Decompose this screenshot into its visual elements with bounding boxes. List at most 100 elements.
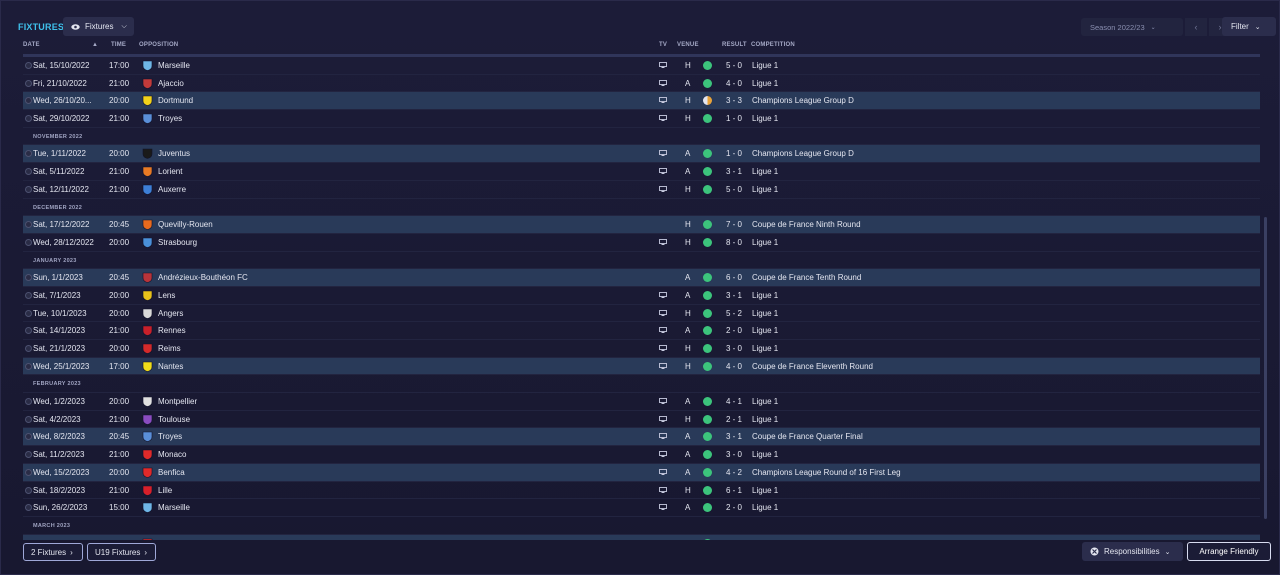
arrange-friendly-button[interactable]: Arrange Friendly xyxy=(1187,542,1271,561)
fixture-time: 20:00 xyxy=(109,237,130,247)
filter-button[interactable]: Filter ⌄ xyxy=(1222,17,1276,36)
venue: H xyxy=(685,414,691,424)
opponent-name[interactable]: Dortmund xyxy=(158,96,193,105)
fixture-date: Sat, 18/2/2023 xyxy=(33,485,86,495)
opponent-name[interactable]: Ajaccio xyxy=(158,79,184,88)
fixtures-link-label: 2 Fixtures xyxy=(31,547,67,557)
responsibilities-button[interactable]: Responsibilities ⌄ xyxy=(1082,542,1183,561)
fixture-row[interactable]: Sat, 15/10/2022 17:00 Marseille H 5 - 0 Ligue… xyxy=(23,57,1260,75)
club-badge-icon xyxy=(142,219,153,230)
fixture-row[interactable]: Sat, 11/2/2023 21:00 Monaco A 3 - 0 Ligue 1 xyxy=(23,446,1260,464)
opponent-name[interactable]: Monaco xyxy=(158,450,186,459)
fixture-row[interactable]: Sat, 4/2/2023 21:00 Toulouse H 2 - 1 Ligue 1 xyxy=(23,411,1260,429)
club-badge-icon xyxy=(142,414,153,425)
fixture-row[interactable]: Sat, 12/11/2022 21:00 Auxerre H 5 - 0 Ligue 1 xyxy=(23,181,1260,199)
competition-name: Ligue 1 xyxy=(752,114,779,124)
column-time[interactable]: TIME xyxy=(111,42,126,48)
score: 2 - 1 xyxy=(726,414,743,424)
opponent-name[interactable]: Benfica xyxy=(158,468,185,477)
match-status-icon xyxy=(25,274,32,282)
competition-name: Coupe de France Semi Final xyxy=(752,539,854,540)
fixture-row[interactable]: Sat, 7/1/2023 20:00 Lens A 3 - 1 Ligue 1 xyxy=(23,287,1260,305)
venue: A xyxy=(685,397,691,407)
match-status-icon xyxy=(25,327,32,335)
opponent-name[interactable]: Toulouse xyxy=(158,415,190,424)
opponent-name[interactable]: Lorient xyxy=(158,167,182,176)
venue: A xyxy=(685,167,691,177)
opponent-name[interactable]: Monaco xyxy=(158,539,186,540)
fixture-row[interactable]: Sat, 21/1/2023 20:00 Reims H 3 - 0 Ligue 1 xyxy=(23,340,1260,358)
opponent-name[interactable]: Quevilly-Rouen xyxy=(158,220,213,229)
fixture-row[interactable]: Wed, 8/2/2023 20:45 Troyes A 3 - 1 Coupe de F… xyxy=(23,428,1260,447)
opponent-name[interactable]: Andrézieux-Bouthéon FC xyxy=(158,273,248,282)
fixture-row[interactable]: Sun, 1/1/2023 20:45 Andrézieux-Bouthéon FC… xyxy=(23,269,1260,287)
win-result-icon xyxy=(703,114,712,124)
column-result[interactable]: RESULT xyxy=(722,42,747,48)
fixture-row[interactable]: Wed, 1/3/2023 20:45 Monaco H 3 - 2 Coupe de F… xyxy=(23,534,1260,540)
column-tv[interactable]: TV xyxy=(659,42,667,48)
opponent-name[interactable]: Angers xyxy=(158,309,183,318)
fixture-time: 20:45 xyxy=(109,220,130,230)
column-opposition[interactable]: OPPOSITION xyxy=(139,42,178,48)
win-result-icon xyxy=(703,503,712,513)
tv-icon xyxy=(659,309,667,316)
opponent-name[interactable]: Troyes xyxy=(158,114,182,123)
opponent-name[interactable]: Reims xyxy=(158,344,181,353)
fixture-row[interactable]: Fri, 21/10/2022 21:00 Ajaccio A 4 - 0 Ligue 1 xyxy=(23,75,1260,93)
sort-asc-icon[interactable]: ▲ xyxy=(92,42,98,48)
fixtures-link-button[interactable]: 2 Fixtures › xyxy=(23,543,83,561)
match-status-icon xyxy=(25,398,32,406)
month-label: MARCH 2023 xyxy=(33,522,71,529)
fixture-row[interactable]: Wed, 28/12/2022 20:00 Strasbourg H 8 - 0 Ligu… xyxy=(23,234,1260,252)
fixture-row[interactable]: Sat, 17/12/2022 20:45 Quevilly-Rouen H 7 - 0… xyxy=(23,216,1260,234)
competition-name: Ligue 1 xyxy=(752,78,779,88)
match-status-icon xyxy=(25,238,32,246)
opponent-name[interactable]: Lille xyxy=(158,486,172,495)
competition-name: Champions League Group D xyxy=(752,149,854,159)
column-competition[interactable]: COMPETITION xyxy=(751,42,795,48)
venue: A xyxy=(685,503,691,513)
opponent-name[interactable]: Rennes xyxy=(158,326,186,335)
venue: H xyxy=(685,539,691,540)
fixture-row[interactable]: Wed, 25/1/2023 17:00 Nantes H 4 - 0 Coupe de … xyxy=(23,357,1260,376)
match-status-icon xyxy=(25,185,32,193)
u19-fixtures-button[interactable]: U19 Fixtures › xyxy=(87,543,156,561)
opponent-name[interactable]: Lens xyxy=(158,291,175,300)
column-date[interactable]: DATE xyxy=(23,42,40,48)
month-separator: NOVEMBER 2022 xyxy=(23,128,1260,146)
fixture-row[interactable]: Wed, 26/10/20... 20:00 Dortmund H 3 - 3 Champ… xyxy=(23,92,1260,111)
fixture-time: 20:00 xyxy=(109,96,130,106)
prev-season-button[interactable]: ‹ xyxy=(1185,18,1207,36)
fixture-date: Sat, 7/1/2023 xyxy=(33,290,81,300)
opponent-name[interactable]: Marseille xyxy=(158,503,190,512)
opponent-name[interactable]: Troyes xyxy=(158,432,182,441)
tv-icon xyxy=(659,97,667,104)
fixture-row[interactable]: Sun, 26/2/2023 15:00 Marseille A 2 - 0 Ligue … xyxy=(23,499,1260,517)
fixture-time: 20:00 xyxy=(109,397,130,407)
fixture-row[interactable]: Sat, 5/11/2022 21:00 Lorient A 3 - 1 Ligue 1 xyxy=(23,163,1260,181)
fixture-row[interactable]: Wed, 1/2/2023 20:00 Montpellier A 4 - 1 Ligue… xyxy=(23,393,1260,411)
opponent-name[interactable]: Nantes xyxy=(158,362,183,371)
fixture-row[interactable]: Wed, 15/2/2023 20:00 Benfica A 4 - 2 Champion… xyxy=(23,463,1260,482)
fixture-row[interactable]: Tue, 10/1/2023 20:00 Angers H 5 - 2 Ligue 1 xyxy=(23,305,1260,323)
view-selector-button[interactable]: Fixtures ⌵ xyxy=(63,17,134,36)
fixture-row[interactable]: Sat, 29/10/2022 21:00 Troyes H 1 - 0 Ligue 1 xyxy=(23,110,1260,128)
opponent-name[interactable]: Juventus xyxy=(158,149,190,158)
season-selector[interactable]: Season 2022/23 ⌄ xyxy=(1081,18,1183,36)
venue: H xyxy=(685,61,691,70)
column-venue[interactable]: VENUE xyxy=(677,42,699,48)
opponent-name[interactable]: Marseille xyxy=(158,61,190,70)
fixture-row[interactable]: Sat, 18/2/2023 21:00 Lille H 6 - 1 Ligue 1 xyxy=(23,482,1260,500)
fixture-date: Sat, 4/2/2023 xyxy=(33,414,81,424)
fixture-date: Wed, 26/10/20... xyxy=(33,96,92,106)
opponent-name[interactable]: Montpellier xyxy=(158,397,197,406)
scrollbar[interactable] xyxy=(1264,217,1267,519)
competition-name: Ligue 1 xyxy=(752,503,779,513)
score: 6 - 1 xyxy=(726,485,743,495)
competition-name: Ligue 1 xyxy=(752,485,779,495)
fixture-row[interactable]: Sat, 14/1/2023 21:00 Rennes A 2 - 0 Ligue 1 xyxy=(23,322,1260,340)
opponent-name[interactable]: Strasbourg xyxy=(158,238,197,247)
fixture-row[interactable]: Tue, 1/11/2022 20:00 Juventus A 1 - 0 Champio… xyxy=(23,145,1260,164)
opponent-name[interactable]: Auxerre xyxy=(158,185,186,194)
club-badge-icon xyxy=(142,485,153,496)
